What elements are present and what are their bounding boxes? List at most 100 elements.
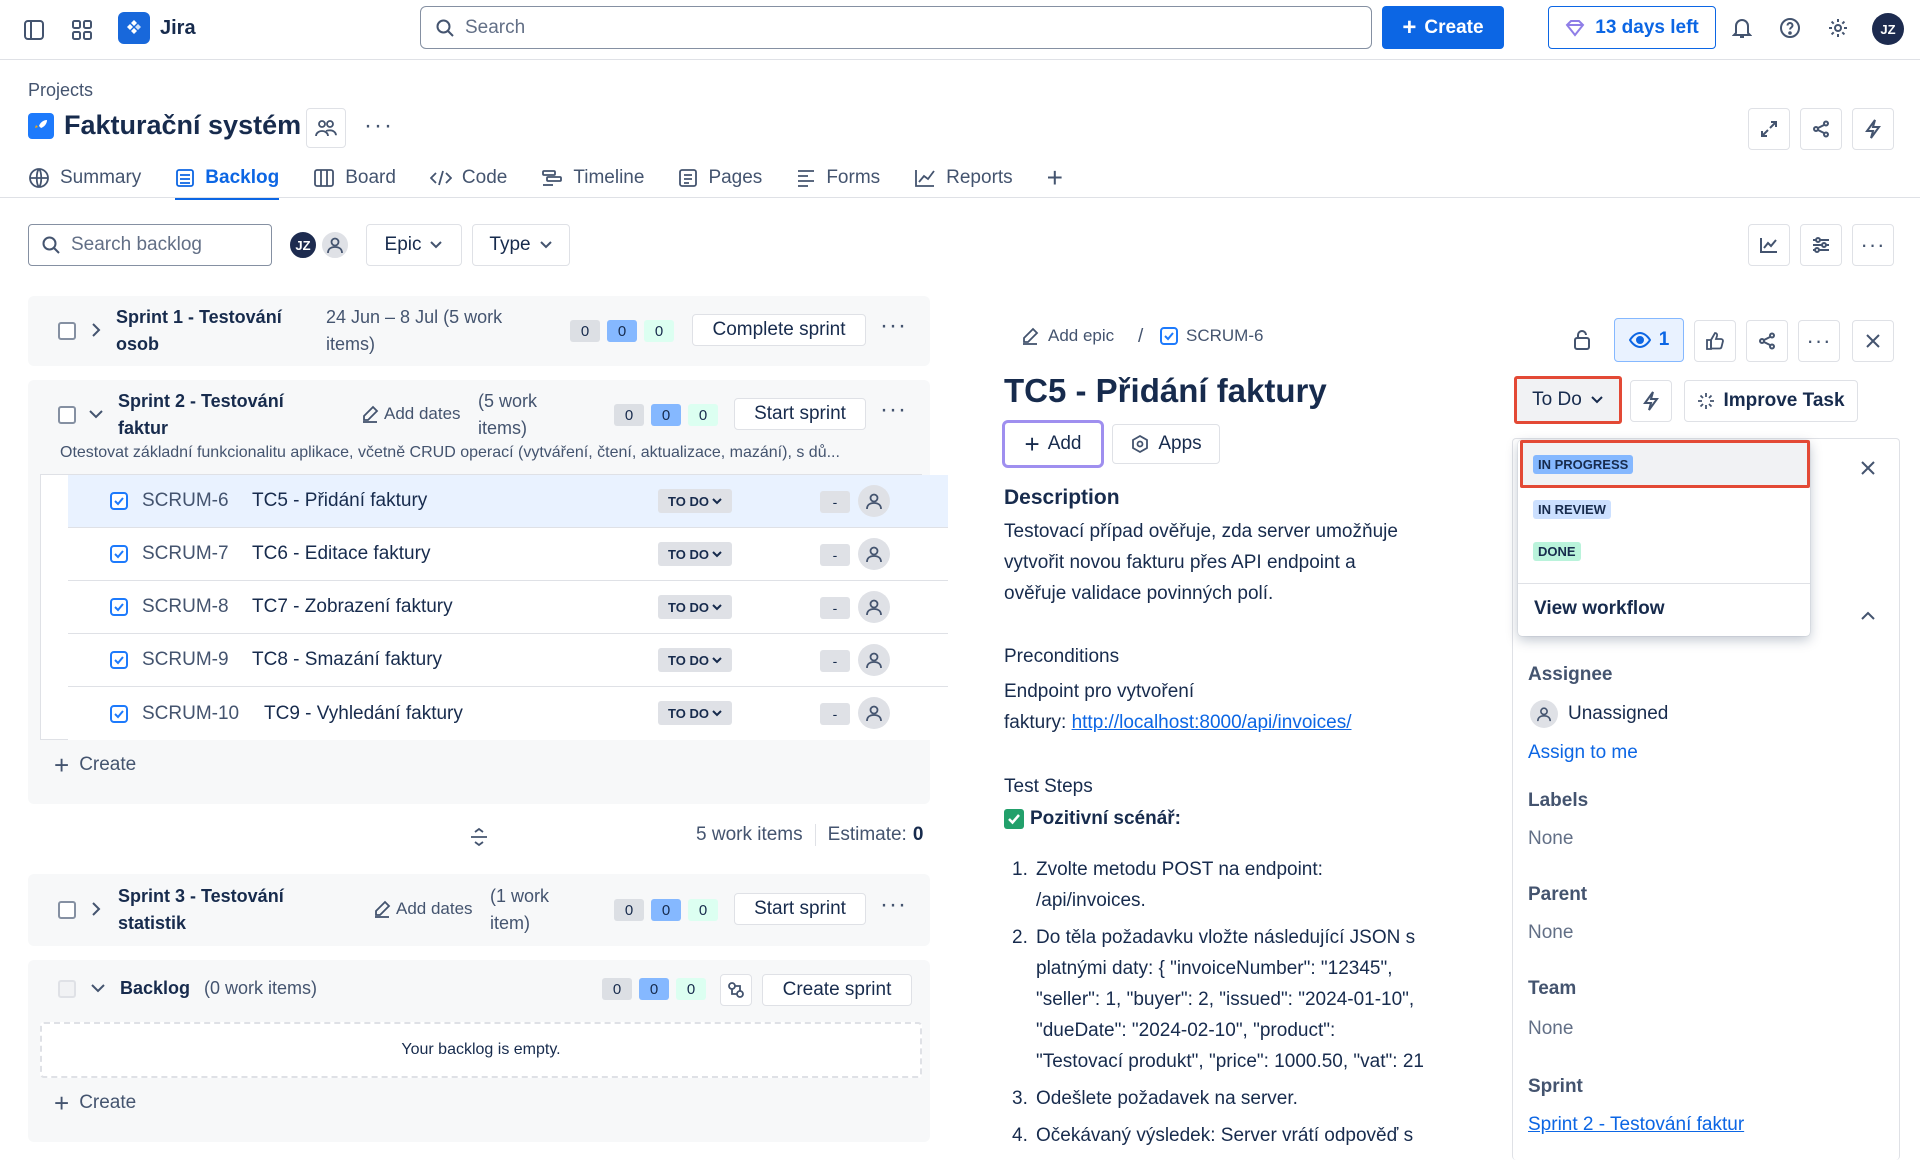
assignee-avatar[interactable] [858,538,890,570]
sidebar-toggle-icon[interactable] [20,16,48,44]
epic-filter[interactable]: Epic [366,224,462,266]
status-button[interactable]: To Do [1514,376,1622,424]
filter-avatar-unassigned[interactable] [320,230,350,260]
tab-code[interactable]: Code [429,160,507,196]
create-button[interactable]: + Create [1382,6,1504,49]
lock-icon[interactable] [1568,326,1596,354]
sprint-3-title-line1[interactable]: Sprint 3 - Testování [118,883,284,910]
backlog-title[interactable]: Backlog [120,978,190,999]
status-option-done[interactable]: DONE [1518,530,1810,572]
chevron-right-icon[interactable] [90,322,102,338]
labels-value[interactable]: None [1528,828,1573,850]
sprint-1-title-line2[interactable]: osob [116,331,282,358]
sprint-1-checkbox[interactable] [58,322,76,340]
tab-summary[interactable]: Summary [28,160,141,196]
backlog-checkbox[interactable] [58,980,76,998]
table-row[interactable]: SCRUM-8 TC7 - Zobrazení faktury TO DO - [68,581,948,634]
tab-forms[interactable]: Forms [796,160,880,196]
sprint-2-create-button[interactable]: + Create [54,752,136,778]
estimate-badge[interactable]: - [820,703,850,725]
global-search[interactable]: Search [420,6,1372,49]
issue-key[interactable]: SCRUM-9 [142,649,252,671]
sprint-3-add-dates[interactable]: Add dates [372,899,473,919]
tab-backlog[interactable]: Backlog [175,160,279,200]
rovo-icon[interactable] [720,974,752,1006]
issue-key-link[interactable]: SCRUM-6 [1160,326,1263,346]
issue-summary[interactable]: TC9 - Vyhledání faktury [264,703,463,725]
assignee-avatar[interactable] [858,485,890,517]
issue-key[interactable]: SCRUM-10 [142,703,264,725]
issue-summary[interactable]: TC8 - Smazání faktury [252,649,442,671]
assign-to-me-link[interactable]: Assign to me [1528,742,1638,764]
sprint-value-link[interactable]: Sprint 2 - Testování faktur [1528,1114,1744,1136]
user-avatar[interactable]: JZ [1872,13,1904,45]
share-icon[interactable] [1800,108,1842,150]
search-backlog-input[interactable]: Search backlog [28,224,272,266]
share-issue-icon[interactable] [1746,320,1788,362]
issue-key[interactable]: SCRUM-7 [142,543,252,565]
apps-button[interactable]: Apps [1112,424,1220,464]
sprint-2-more-icon[interactable]: ··· [880,396,907,424]
preconditions-link[interactable]: http://localhost:8000/api/invoices/ [1072,712,1352,733]
filter-avatar-jz[interactable]: JZ [288,230,318,260]
breadcrumb[interactable]: Projects [28,80,93,101]
parent-value[interactable]: None [1528,922,1573,944]
sprint-2-checkbox[interactable] [58,406,76,424]
chevron-up-icon[interactable] [1854,602,1882,630]
estimate-badge[interactable]: - [820,544,850,566]
issue-summary[interactable]: TC5 - Přidání faktury [252,490,427,512]
notifications-icon[interactable] [1728,14,1756,42]
sprint-3-checkbox[interactable] [58,901,76,919]
app-switcher-icon[interactable] [68,16,96,44]
sprint-3-more-icon[interactable]: ··· [880,891,907,919]
assignee-avatar[interactable] [858,697,890,729]
table-row[interactable]: SCRUM-6 TC5 - Přidání faktury TO DO - [68,475,948,528]
status-option-in-review[interactable]: IN REVIEW [1518,488,1810,530]
sprint-3-title-line2[interactable]: statistik [118,910,284,937]
tab-pages[interactable]: Pages [678,160,762,196]
status-dropdown[interactable]: TO DO [658,648,732,672]
issue-summary[interactable]: TC6 - Editace faktury [252,543,430,565]
type-filter[interactable]: Type [472,224,570,266]
more-icon[interactable]: ··· [364,112,394,140]
settings-gear-icon[interactable] [1824,14,1852,42]
tab-board[interactable]: Board [313,160,396,196]
people-icon[interactable] [306,108,346,148]
sprint-1-title-line1[interactable]: Sprint 1 - Testování [116,304,282,331]
description-body[interactable]: Testovací případ ověřuje, zda server umo… [1004,516,1398,609]
sprint-2-add-dates[interactable]: Add dates [360,404,461,424]
complete-sprint-button[interactable]: Complete sprint [692,314,866,346]
sprint-2-title-line2[interactable]: faktur [118,415,284,442]
add-epic-link[interactable]: Add epic [1020,326,1114,346]
add-tab-button[interactable]: + [1047,160,1063,196]
issue-more-icon[interactable]: ··· [1798,320,1840,362]
status-option-in-progress[interactable]: IN PROGRESS [1520,440,1810,488]
view-workflow-link[interactable]: View workflow [1534,598,1665,620]
view-settings-icon[interactable] [1800,224,1842,266]
more-options-icon[interactable]: ··· [1852,224,1894,266]
fullscreen-icon[interactable] [1748,108,1790,150]
status-dropdown[interactable]: TO DO [658,542,732,566]
table-row[interactable]: SCRUM-9 TC8 - Smazání faktury TO DO - [68,634,948,687]
start-sprint-button[interactable]: Start sprint [734,893,866,925]
test-steps-list[interactable]: 1. Zvolte metodu POST na endpoint: /api/… [1004,854,1464,1151]
estimate-badge[interactable]: - [820,491,850,513]
tab-reports[interactable]: Reports [914,160,1013,196]
sprint-1-more-icon[interactable]: ··· [880,312,907,340]
watchers-button[interactable]: 1 [1614,318,1684,362]
issue-summary[interactable]: TC7 - Zobrazení faktury [252,596,453,618]
automation-icon[interactable] [1852,108,1894,150]
insights-icon[interactable] [1748,224,1790,266]
team-value[interactable]: None [1528,1018,1573,1040]
tab-timeline[interactable]: Timeline [541,160,644,196]
assignee-avatar[interactable] [858,644,890,676]
issue-key[interactable]: SCRUM-6 [142,490,252,512]
assignee-field[interactable]: Unassigned [1530,700,1668,728]
status-dropdown[interactable]: TO DO [658,701,732,725]
estimate-badge[interactable]: - [820,597,850,619]
drag-handle-icon[interactable] [468,826,490,848]
jira-logo[interactable]: Jira [118,12,196,44]
close-icon[interactable] [1854,454,1882,482]
assignee-avatar[interactable] [858,591,890,623]
issue-title[interactable]: TC5 - Přidání faktury [1004,372,1327,410]
